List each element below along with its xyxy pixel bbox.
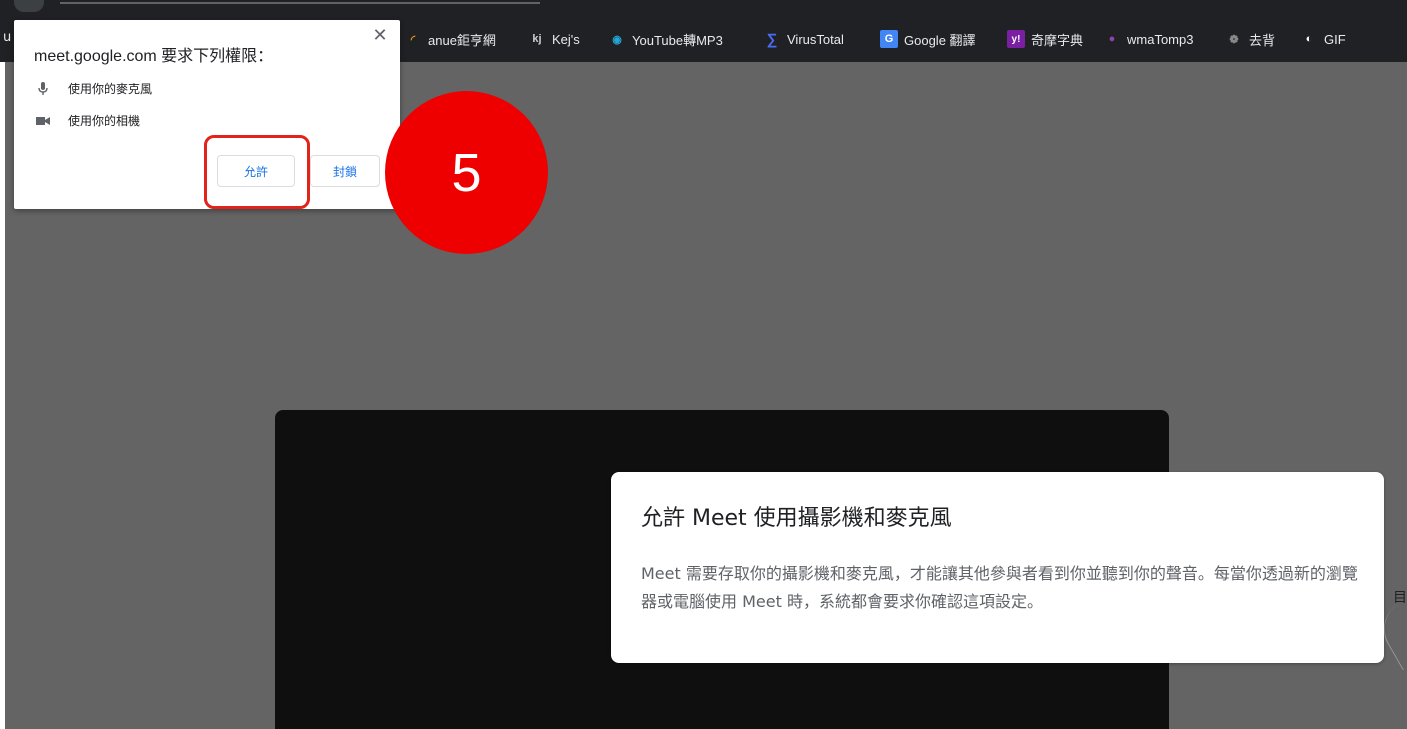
permission-info-card: 允許 Meet 使用攝影機和麥克風 Meet 需要存取你的攝影機和麥克風，才能讓…: [611, 472, 1384, 663]
bookmark-label: Google 翻譯: [904, 32, 976, 48]
allow-button-highlight: [204, 135, 310, 209]
bookmark-google-translate[interactable]: G Google 翻譯: [880, 28, 976, 50]
bookmark-virustotal[interactable]: ∑ VirusTotal: [763, 28, 844, 50]
bookmark-yahoo-dict[interactable]: y! 奇摩字典: [1007, 28, 1083, 50]
browser-tab[interactable]: [14, 0, 44, 12]
right-edge-text: 目: [1393, 590, 1407, 606]
permission-camera: 使用你的相機: [36, 112, 140, 129]
info-card-title: 允許 Meet 使用攝影機和麥克風: [641, 506, 952, 531]
bookmark-wmatomp3[interactable]: ● wmaTomp3: [1103, 28, 1194, 50]
anue-icon: ◜: [410, 33, 416, 46]
info-card-body: Meet 需要存取你的攝影機和麥克風，才能讓其他參與者看到你並聽到你的聲音。每當…: [641, 564, 1358, 611]
bookmark-kej[interactable]: kj Kej's: [528, 28, 580, 50]
bookmark-label: Kej's: [552, 31, 580, 47]
microphone-icon: [36, 81, 50, 96]
bookmark-label: VirusTotal: [787, 31, 844, 47]
bookmark-label: wmaTomp3: [1127, 31, 1194, 47]
bookmark-removebg[interactable]: ❁ 去背: [1225, 28, 1275, 50]
bookmark-anue[interactable]: ◜ anue鉅亨網: [404, 28, 496, 50]
bookmark-fragment: u: [3, 30, 12, 45]
virustotal-icon: ∑: [766, 30, 778, 48]
wmatomp3-icon: ●: [1108, 33, 1116, 45]
yahoo-icon: y!: [1007, 30, 1025, 48]
browser-tab-strip: [0, 0, 1407, 16]
bookmark-label: 去背: [1249, 32, 1276, 48]
camera-icon: [36, 116, 50, 126]
removebg-icon: ❁: [1229, 33, 1239, 46]
bookmark-label: YouTube轉MP3: [632, 32, 723, 48]
ytmp3-icon: ◉: [612, 33, 622, 46]
permission-label: 使用你的相機: [68, 114, 141, 128]
permission-popup-title: meet.google.com 要求下列權限：: [34, 48, 274, 65]
gif-icon: ◐: [1305, 33, 1313, 45]
bookmark-label: 奇摩字典: [1031, 32, 1084, 48]
bookmark-label: anue鉅亨網: [428, 32, 496, 48]
permission-label: 使用你的麥克風: [68, 82, 153, 96]
bookmark-label: GIF: [1324, 31, 1346, 47]
address-bar-edge: [60, 2, 540, 4]
bookmark-ytmp3[interactable]: ◉ YouTube轉MP3: [608, 28, 723, 50]
google-translate-icon: G: [880, 30, 898, 48]
block-button[interactable]: 封鎖: [310, 155, 380, 187]
bookmark-gif[interactable]: ◐ GIF: [1300, 28, 1346, 50]
permission-microphone: 使用你的麥克風: [36, 80, 152, 97]
close-icon[interactable]: ✕: [370, 26, 390, 46]
kej-icon: kj: [532, 33, 542, 45]
step-number-marker: 5: [385, 91, 548, 254]
